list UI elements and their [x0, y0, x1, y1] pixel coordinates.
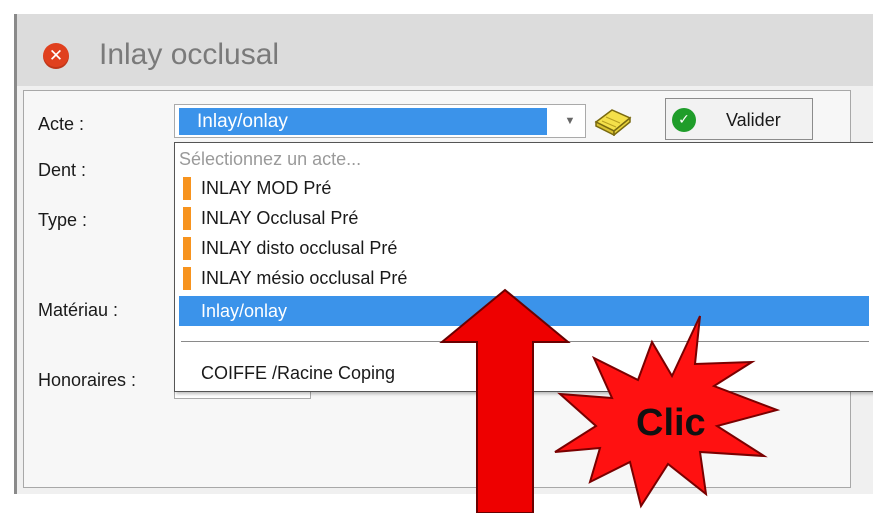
up-arrow-icon — [439, 288, 571, 513]
click-annotation — [439, 288, 781, 513]
clic-annotation-label: Clic — [636, 402, 706, 444]
